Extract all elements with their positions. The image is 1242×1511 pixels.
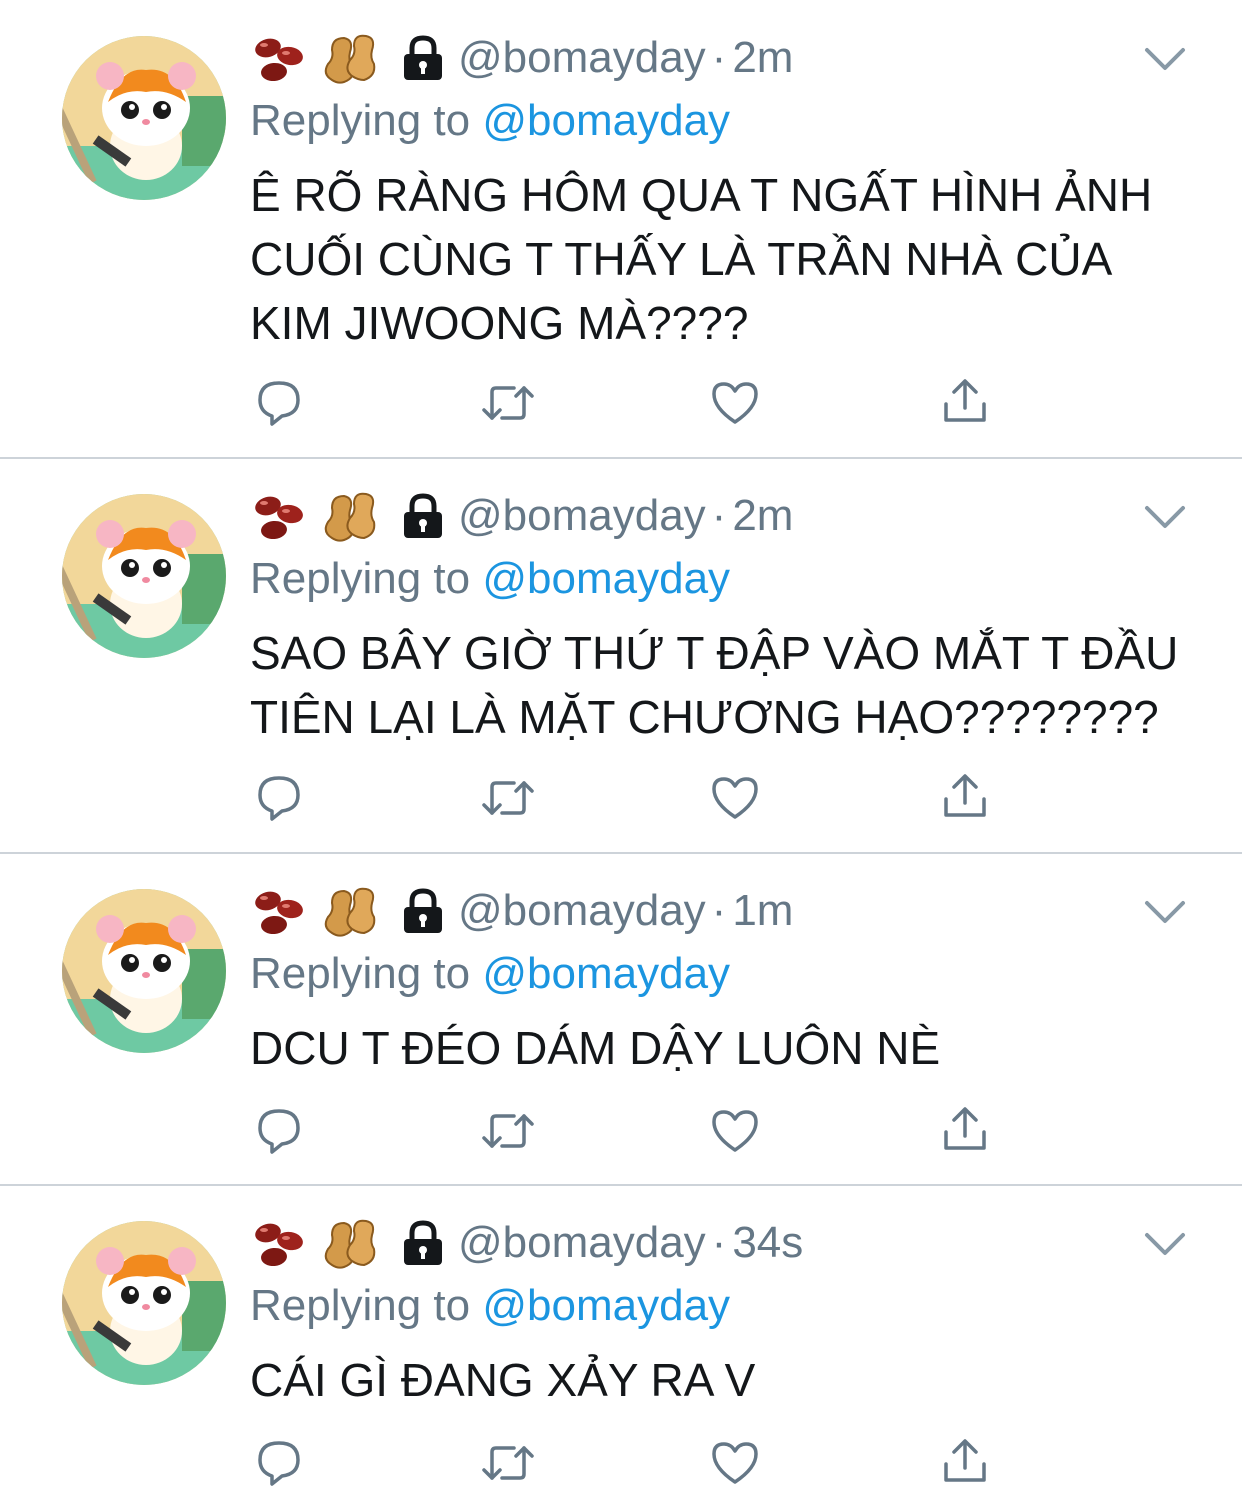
- separator-dot: ·: [711, 1218, 727, 1267]
- user-handle[interactable]: @bomayday: [458, 491, 706, 541]
- comment-icon[interactable]: [254, 1106, 304, 1156]
- chevron-down-icon[interactable]: [1143, 44, 1187, 74]
- replying-to-line: Replying to @bomayday: [250, 949, 730, 999]
- comment-icon[interactable]: [254, 1438, 304, 1488]
- tweet[interactable]: @bomayday · 1m Replying to @bomayday DCU…: [0, 854, 1242, 1184]
- heart-icon[interactable]: [710, 1106, 760, 1156]
- mention-link[interactable]: @bomayday: [482, 96, 730, 145]
- tweet-text-line: KIM JIWOONG MÀ????: [250, 297, 749, 349]
- lock-icon: [404, 888, 442, 933]
- heart-icon[interactable]: [710, 378, 760, 428]
- hamster-avatar-image: [62, 494, 226, 658]
- lock-icon: [404, 1220, 442, 1265]
- heart-icon[interactable]: [710, 773, 760, 823]
- hamster-avatar-image: [62, 889, 226, 1053]
- heart-icon[interactable]: [710, 1438, 760, 1488]
- replying-to-label: Replying to: [250, 1281, 471, 1330]
- tweet-text-line: CUỐI CÙNG T THẤY LÀ TRẦN NHÀ CỦA: [250, 233, 1113, 285]
- chevron-down-icon[interactable]: [1143, 897, 1187, 927]
- tweet-text: CÁI GÌ ĐANG XẢY RA V: [250, 1348, 1210, 1412]
- share-icon[interactable]: [940, 771, 990, 821]
- timestamp[interactable]: 1m: [732, 886, 793, 936]
- peanuts-emoji: [324, 1219, 376, 1269]
- share-icon[interactable]: [940, 1104, 990, 1154]
- avatar[interactable]: [62, 36, 226, 200]
- tweet-text: Ê RÕ RÀNG HÔM QUA T NGẤT HÌNH ẢNH CUỐI C…: [250, 163, 1210, 355]
- mention-link[interactable]: @bomayday: [482, 949, 730, 998]
- red-beans-emoji: [255, 891, 303, 935]
- separator-dot: ·: [711, 33, 727, 82]
- timestamp[interactable]: 2m: [732, 491, 793, 541]
- tweet-text: SAO BÂY GIỜ THỨ T ĐẬP VÀO MẮT T ĐẦU TIÊN…: [250, 621, 1210, 749]
- tweet-text-line: DCU T ĐÉO DÁM DẬY LUÔN NÈ: [250, 1022, 941, 1074]
- lock-icon: [404, 35, 442, 80]
- tweet[interactable]: @bomayday · 2m Replying to @bomayday Ê R…: [0, 0, 1242, 458]
- chevron-down-icon[interactable]: [1143, 502, 1187, 532]
- separator-dot: ·: [711, 491, 727, 540]
- lock-icon: [404, 493, 442, 538]
- replying-to-line: Replying to @bomayday: [250, 96, 730, 146]
- red-beans-emoji: [255, 38, 303, 82]
- user-handle[interactable]: @bomayday: [458, 886, 706, 936]
- tweet-text-line: Ê RÕ RÀNG HÔM QUA T NGẤT HÌNH ẢNH: [250, 169, 1153, 221]
- avatar[interactable]: [62, 1221, 226, 1385]
- peanuts-emoji: [324, 492, 376, 542]
- mention-link[interactable]: @bomayday: [482, 1281, 730, 1330]
- hamster-avatar-image: [62, 1221, 226, 1385]
- user-handle[interactable]: @bomayday: [458, 1218, 706, 1268]
- comment-icon[interactable]: [254, 773, 304, 823]
- timestamp[interactable]: 2m: [732, 33, 793, 83]
- tweet[interactable]: @bomayday · 2m Replying to @bomayday SAO…: [0, 459, 1242, 852]
- tweet-text: DCU T ĐÉO DÁM DẬY LUÔN NÈ: [250, 1016, 1210, 1080]
- timestamp[interactable]: 34s: [732, 1218, 803, 1268]
- tweet[interactable]: @bomayday · 34s Replying to @bomayday CÁ…: [0, 1186, 1242, 1511]
- red-beans-emoji: [255, 1223, 303, 1267]
- peanuts-emoji: [324, 34, 376, 84]
- tweet-text-line: TIÊN LẠI LÀ MẶT CHƯƠNG HẠO????????: [250, 691, 1159, 743]
- retweet-icon[interactable]: [480, 773, 536, 823]
- share-icon[interactable]: [940, 376, 990, 426]
- retweet-icon[interactable]: [480, 1438, 536, 1488]
- tweet-text-line: CÁI GÌ ĐANG XẢY RA V: [250, 1354, 756, 1406]
- replying-to-label: Replying to: [250, 96, 471, 145]
- peanuts-emoji: [324, 887, 376, 937]
- replying-to-line: Replying to @bomayday: [250, 554, 730, 604]
- separator-dot: ·: [711, 886, 727, 935]
- user-handle[interactable]: @bomayday: [458, 33, 706, 83]
- retweet-icon[interactable]: [480, 378, 536, 428]
- avatar[interactable]: [62, 889, 226, 1053]
- replying-to-line: Replying to @bomayday: [250, 1281, 730, 1331]
- red-beans-emoji: [255, 496, 303, 540]
- mention-link[interactable]: @bomayday: [482, 554, 730, 603]
- retweet-icon[interactable]: [480, 1106, 536, 1156]
- tweet-text-line: SAO BÂY GIỜ THỨ T ĐẬP VÀO MẮT T ĐẦU: [250, 627, 1179, 679]
- chevron-down-icon[interactable]: [1143, 1229, 1187, 1259]
- avatar[interactable]: [62, 494, 226, 658]
- replying-to-label: Replying to: [250, 554, 471, 603]
- comment-icon[interactable]: [254, 378, 304, 428]
- hamster-avatar-image: [62, 36, 226, 200]
- replying-to-label: Replying to: [250, 949, 471, 998]
- share-icon[interactable]: [940, 1436, 990, 1486]
